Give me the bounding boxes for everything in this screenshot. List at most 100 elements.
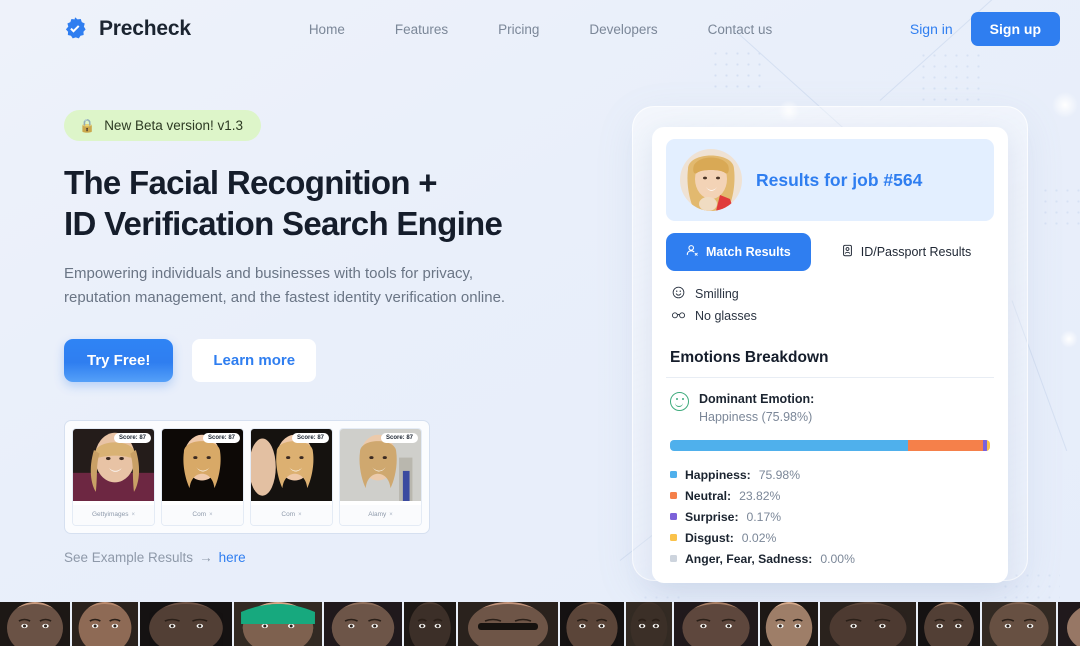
bar-segment-neutral [908, 440, 984, 451]
glasses-icon [671, 308, 686, 324]
thumbnail-source: Alamy × [340, 504, 421, 525]
thumbnail-source: Com × [162, 504, 243, 525]
thumbnail-photo: Score: 87 [340, 428, 421, 505]
legend-label: Surprise: [685, 509, 739, 524]
face-thumbnail [560, 602, 624, 646]
emotions-stacked-bar [670, 440, 990, 451]
dominant-emotion-label: Dominant Emotion: [699, 392, 815, 406]
page-title: The Facial Recognition + ID Verification… [64, 163, 624, 244]
dominant-emotion: Dominant Emotion: Happiness (75.98%) [666, 390, 994, 426]
learn-more-button[interactable]: Learn more [192, 338, 317, 382]
thumbnail-source-label: Alamy [368, 511, 387, 519]
legend-item-disgust: Disgust: 0.02% [670, 527, 994, 548]
close-icon[interactable]: × [131, 512, 135, 518]
nav-item-contact-us[interactable]: Contact us [708, 22, 773, 37]
auth-actions: Sign in Sign up [910, 12, 1060, 46]
close-icon[interactable]: × [389, 512, 393, 518]
smiley-face-icon [671, 286, 686, 302]
example-results-thumbnails: Score: 87 Gettyimages × Score: 87 Com × … [64, 419, 430, 534]
face-thumbnail [234, 602, 322, 646]
face-thumbnail [404, 602, 456, 646]
face-thumbnail-strip [0, 602, 1080, 646]
job-header: Results for job #564 [666, 139, 994, 221]
legend-swatch [670, 492, 677, 499]
attribute-no-glasses-label: No glasses [695, 309, 757, 323]
close-icon[interactable]: × [298, 512, 302, 518]
bar-segment-happiness [670, 440, 909, 451]
thumbnail-source-label: Com [281, 511, 296, 519]
sign-up-button[interactable]: Sign up [970, 12, 1060, 46]
face-thumbnail [1058, 602, 1080, 646]
nav-item-features[interactable]: Features [395, 22, 448, 37]
attribute-smiling: Smilling [666, 283, 994, 305]
thumbnail-source: Com × [251, 504, 332, 525]
try-free-button[interactable]: Try Free! [64, 338, 174, 382]
nav-item-developers[interactable]: Developers [589, 22, 657, 37]
tab-match-results[interactable]: Match Results [666, 233, 811, 271]
hero-cta-row: Try Free! Learn more [64, 338, 624, 382]
legend-item-surprise: Surprise: 0.17% [670, 506, 994, 527]
thumbnail-photo: Score: 87 [73, 428, 154, 505]
main-navigation: Home Features Pricing Developers Contact… [309, 22, 772, 37]
dominant-emotion-value: Happiness (75.98%) [699, 410, 813, 424]
thumbnail-card[interactable]: Score: 87 Com × [250, 427, 333, 526]
thumbnail-card[interactable]: Score: 87 Com × [161, 427, 244, 526]
nav-item-home[interactable]: Home [309, 22, 345, 37]
job-title: Results for job #564 [756, 169, 923, 190]
site-header: Precheck Home Features Pricing Developer… [0, 0, 1080, 58]
brand-logo[interactable]: Precheck [62, 16, 191, 42]
face-thumbnail [626, 602, 672, 646]
thumbnail-photo: Score: 87 [251, 428, 332, 505]
score-badge: Score: 87 [291, 432, 329, 443]
thumbnail-source-label: Com [192, 511, 207, 519]
legend-swatch [670, 534, 677, 541]
face-thumbnail [458, 602, 558, 646]
headline-line-2: ID Verification Search Engine [64, 204, 503, 242]
legend-label: Disgust: [685, 530, 734, 545]
face-thumbnail [674, 602, 758, 646]
see-example-here-link[interactable]: here [219, 550, 246, 565]
person-search-icon [686, 244, 699, 260]
face-thumbnail [982, 602, 1056, 646]
score-badge: Score: 87 [380, 432, 418, 443]
face-thumbnail [0, 602, 70, 646]
thumbnail-source: Gettyimages × [73, 504, 154, 525]
hero-left-column: 🔒 New Beta version! v1.3 The Facial Reco… [64, 110, 624, 583]
legend-value: 0.00% [820, 551, 855, 566]
legend-value: 0.17% [746, 509, 782, 524]
nav-item-pricing[interactable]: Pricing [498, 22, 539, 37]
legend-item-anger-fear-sadness: Anger, Fear, Sadness: 0.00% [670, 548, 994, 569]
results-tabs: Match Results ID/Passport Results [666, 233, 994, 271]
thumbnail-photo: Score: 87 [162, 428, 243, 505]
beta-badge-label: New Beta version! v1.3 [104, 118, 244, 133]
legend-swatch [670, 471, 677, 478]
legend-label: Neutral: [685, 488, 732, 503]
legend-item-happiness: Happiness: 75.98% [670, 464, 994, 485]
thumbnail-card[interactable]: Score: 87 Alamy × [339, 427, 422, 526]
legend-label: Happiness: [685, 467, 751, 482]
arrow-right-icon: → [199, 549, 213, 565]
tab-match-results-label: Match Results [706, 245, 791, 259]
attribute-no-glasses: No glasses [666, 305, 994, 327]
score-badge: Score: 87 [113, 432, 151, 443]
face-thumbnail [324, 602, 402, 646]
tab-id-passport-results-label: ID/Passport Results [860, 245, 972, 259]
emotions-legend: Happiness: 75.98% Neutral: 23.82% Surpri… [670, 464, 994, 569]
legend-swatch [670, 555, 677, 562]
thumbnail-card[interactable]: Score: 87 Gettyimages × [72, 427, 155, 526]
sign-in-link[interactable]: Sign in [910, 21, 953, 37]
close-icon[interactable]: × [209, 512, 213, 518]
bar-segment-disgust [986, 440, 990, 451]
id-card-icon [841, 244, 854, 260]
see-example-label: See Example Results [64, 549, 194, 565]
legend-value: 0.02% [741, 530, 777, 545]
beta-version-badge: 🔒 New Beta version! v1.3 [64, 110, 262, 141]
hero-right-column: Results for job #564 Match Results ID/Pa… [632, 106, 1028, 583]
hero-section: 🔒 New Beta version! v1.3 The Facial Reco… [0, 58, 1080, 583]
legend-label: Anger, Fear, Sadness: [685, 551, 813, 566]
score-badge: Score: 87 [202, 432, 240, 443]
smiley-face-icon [670, 392, 689, 411]
tab-id-passport-results[interactable]: ID/Passport Results [820, 233, 992, 271]
thumbnail-source-label: Gettyimages [91, 511, 129, 519]
attribute-smiling-label: Smilling [695, 287, 739, 301]
